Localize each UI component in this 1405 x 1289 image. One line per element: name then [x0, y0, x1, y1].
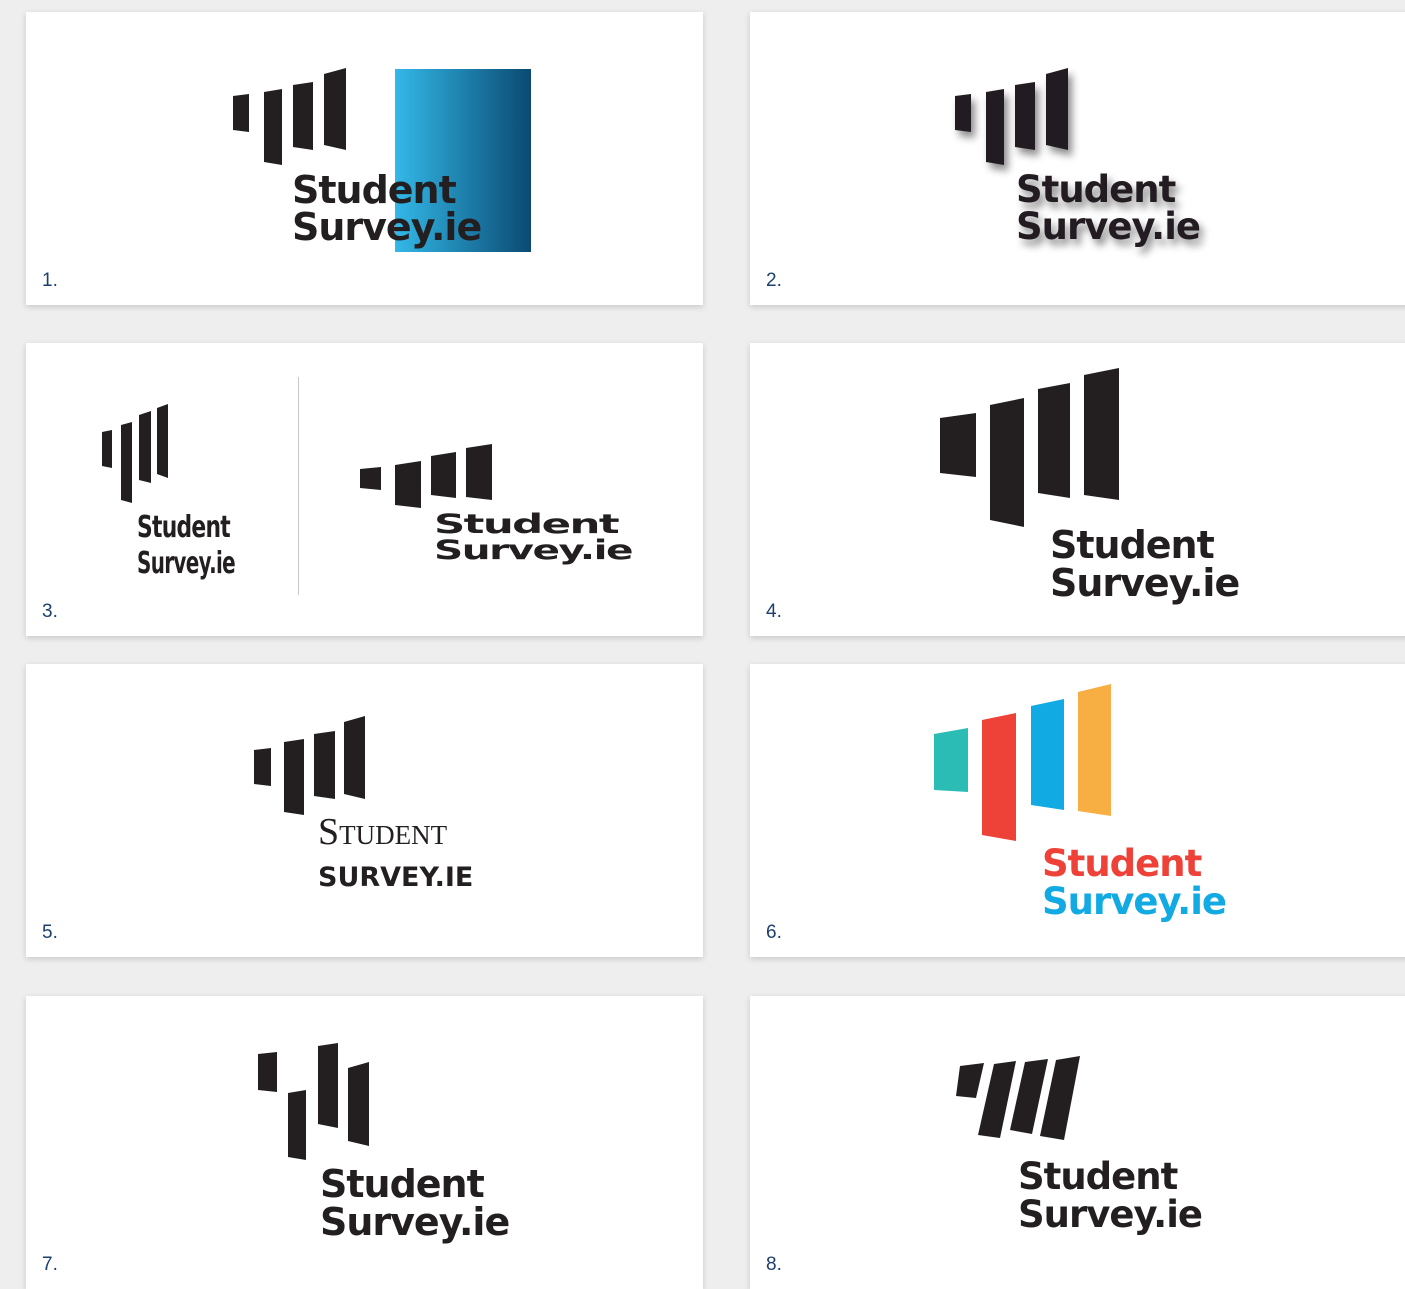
logo-bar-3: [139, 411, 151, 483]
logo-bars-icon: [233, 68, 346, 165]
logo-bar-4: [157, 404, 168, 478]
logo-bars-icon-extended: [360, 444, 492, 508]
logo-bar-2: [990, 398, 1024, 527]
logo-bar-3: [293, 82, 313, 150]
logo-bar-4: [1040, 1056, 1080, 1140]
logo-wordmark-line2: Survey.ie: [1016, 205, 1200, 248]
logo-wordmark-line2: Survey.ie: [1042, 880, 1226, 923]
logo-bar-4: [344, 716, 365, 799]
logo-bars-icon: [955, 68, 1068, 165]
logo-wordmark-serif-line1: Student: [318, 811, 448, 853]
logo-wordmark-line1: Student: [1042, 842, 1202, 885]
logo-variant-condensed-extended: Student Survey.ie Student Survey.ie: [102, 404, 633, 581]
logo-wordmark-line1: Student: [137, 510, 230, 545]
logo-bar-1: [233, 94, 249, 132]
logo-bar-4: [324, 68, 346, 150]
logo-bars-icon: [934, 684, 1111, 841]
logo-wordmark-line2: Survey.ie: [434, 535, 632, 566]
logo-bar-3: [314, 731, 335, 799]
logo-card-3: Student Survey.ie Student Survey.ie 3.: [26, 343, 703, 636]
logo-bar-1: [955, 94, 971, 132]
logo-card-8: Student Survey.ie 8.: [750, 996, 1405, 1289]
logo-bar-2: [288, 1090, 306, 1160]
card-number: 6.: [766, 922, 782, 943]
logo-variant-gradient: Student Survey.ie: [233, 68, 531, 252]
logo-wordmark-serif-line2: SURVEY.IE: [318, 862, 473, 893]
logo-bar-1: [956, 1063, 984, 1098]
logo-variant-slanted: Student Survey.ie: [956, 1056, 1203, 1236]
logo-bars-icon: [258, 1043, 369, 1160]
card-number: 8.: [766, 1254, 782, 1275]
logo-bars-icon-condensed: [102, 404, 168, 503]
card-number: 7.: [42, 1254, 58, 1275]
logo-bar-2: [986, 89, 1004, 165]
logo-variant-serif: Student SURVEY.IE: [254, 716, 473, 893]
logo-variant-shadow: Student Survey.ie: [955, 68, 1201, 248]
logo-bar-2: [284, 739, 304, 815]
logo-card-1: Student Survey.ie 1.: [26, 12, 703, 305]
logo-bar-red: [982, 713, 1016, 841]
logo-bar-1: [940, 413, 976, 477]
logo-bar-1: [258, 1052, 277, 1092]
logo-bar-3: [318, 1043, 338, 1128]
logo-bar-1: [102, 430, 112, 468]
logo-variant-colour: Student Survey.ie: [934, 684, 1227, 923]
logo-wordmark-line2: Survey.ie: [320, 1200, 509, 1244]
logo-card-4: Student Survey.ie 4.: [750, 343, 1405, 636]
logo-card-6: Student Survey.ie 6.: [750, 664, 1405, 957]
card-number: 2.: [766, 270, 782, 291]
logo-bar-3: [1038, 383, 1070, 498]
logo-bars-icon: [940, 368, 1119, 527]
logo-bar-1: [254, 748, 271, 786]
logo-bar-3: [1010, 1059, 1048, 1134]
logo-bar-blue: [1031, 699, 1064, 810]
card-number: 5.: [42, 922, 58, 943]
logo-wordmark-line2: Survey.ie: [1018, 1193, 1202, 1236]
logo-bar-4: [466, 444, 492, 500]
card-number: 4.: [766, 601, 782, 622]
logo-wordmark-line2: Survey.ie: [1050, 561, 1239, 605]
logo-bars-icon: [254, 716, 365, 815]
logo-bar-teal: [934, 728, 968, 792]
logo-wordmark-line2: Survey.ie: [292, 205, 481, 249]
logo-bar-3: [431, 452, 456, 498]
logo-variant-staggered: Student Survey.ie: [258, 1043, 510, 1244]
logo-bar-4: [348, 1062, 369, 1146]
logo-bar-1: [360, 467, 381, 490]
logo-card-5: Student SURVEY.IE 5.: [26, 664, 703, 957]
logo-card-2: Student Survey.ie 2.: [750, 12, 1405, 305]
logo-wordmark-line2: Survey.ie: [137, 546, 235, 581]
logo-bar-orange: [1078, 684, 1111, 816]
logo-bar-2: [264, 89, 282, 165]
logo-bars-icon: [956, 1056, 1080, 1140]
logo-bar-3: [1015, 82, 1035, 150]
card-number: 3.: [42, 601, 58, 622]
logo-bar-2: [121, 422, 132, 503]
logo-bar-4: [1084, 368, 1119, 500]
logo-variant-large: Student Survey.ie: [940, 368, 1240, 605]
logo-bar-4: [1046, 68, 1068, 150]
logo-wordmark-line1: Student: [1018, 1155, 1178, 1198]
card-number: 1.: [42, 270, 58, 291]
logo-card-7: Student Survey.ie 7.: [26, 996, 703, 1289]
logo-bar-2: [978, 1061, 1016, 1138]
logo-bar-2: [395, 461, 421, 508]
